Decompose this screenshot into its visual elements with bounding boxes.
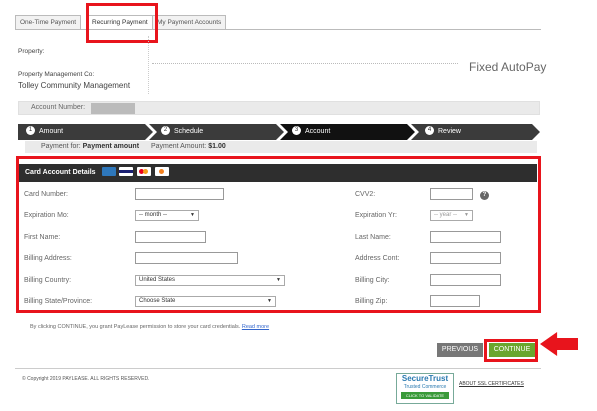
cvv2-label: CVV2: [355, 191, 376, 198]
management-label: Property Management Co: [18, 71, 95, 78]
card-number-input[interactable] [135, 188, 224, 200]
account-number-bar: Account Number: [18, 101, 540, 115]
billing-country-label: Billing Country: [24, 277, 72, 284]
step-number: 1 [26, 126, 35, 135]
tab-one-time-payment[interactable]: One-Time Payment [15, 15, 82, 30]
payment-for-label: Payment for: [41, 143, 81, 150]
management-value: Tolley Community Management [18, 81, 131, 90]
info-divider [148, 36, 149, 94]
step-schedule: 2 Schedule [149, 124, 284, 140]
address-cont-label: Address Cont: [355, 255, 400, 262]
first-name-input[interactable] [135, 231, 206, 243]
autopay-type: Fixed AutoPay [469, 60, 547, 74]
billing-zip-label: Billing Zip: [355, 298, 388, 305]
trust-subtitle: Trusted Commerce [403, 384, 447, 390]
billing-city-label: Billing City: [355, 277, 390, 284]
continue-highlight-box [484, 339, 538, 362]
expiration-year-label: Expiration Yr: [355, 212, 397, 219]
billing-state-select[interactable]: Choose State ▼ [135, 296, 276, 307]
step-progress: 1 Amount 2 Schedule 3 Account 4 Review [18, 124, 540, 140]
step-number: 3 [292, 126, 301, 135]
trust-title: SecureTrust [401, 374, 449, 383]
about-ssl-link[interactable]: ABOUT SSL CERTIFICATES [459, 381, 524, 387]
step-number: 4 [425, 126, 434, 135]
footer-divider [15, 368, 541, 369]
expiration-year-value: -- year -- [434, 212, 457, 218]
address-cont-input[interactable] [430, 252, 501, 264]
step-label: Review [438, 128, 461, 135]
expiration-month-value: -- month -- [139, 212, 168, 218]
mastercard-icon [137, 166, 152, 176]
payment-summary: Payment for: Payment amount Payment Amou… [25, 141, 537, 153]
billing-state-value: Choose State [139, 298, 176, 304]
chevron-down-icon: ▼ [190, 212, 195, 218]
expiration-year-select[interactable]: -- year -- ▼ [430, 210, 473, 221]
billing-zip-input[interactable] [430, 295, 480, 307]
account-number-label: Account Number: [31, 104, 86, 111]
pointer-arrow-icon [540, 332, 578, 356]
tab-my-payment-accounts[interactable]: My Payment Accounts [152, 15, 227, 30]
billing-city-input[interactable] [430, 274, 501, 286]
billing-country-select[interactable]: United States ▼ [135, 275, 285, 286]
card-number-label: Card Number: [24, 191, 68, 198]
billing-country-value: United States [139, 277, 176, 283]
visa-icon [119, 166, 134, 176]
step-label: Amount [39, 128, 64, 135]
expiration-month-label: Expiration Mo: [24, 212, 69, 219]
payment-amount-value: $1.00 [208, 143, 226, 150]
card-form-title: Card Account Details [25, 169, 96, 176]
last-name-input[interactable] [430, 231, 501, 243]
step-amount: 1 Amount [18, 124, 153, 140]
consent-message: By clicking CONTINUE, you grant PayLease… [30, 324, 241, 330]
step-account: 3 Account [280, 124, 415, 140]
step-number: 2 [161, 126, 170, 135]
trust-validate: CLICK TO VALIDATE [401, 392, 449, 399]
info-dotted-line [152, 63, 458, 64]
card-form-header: Card Account Details [19, 164, 537, 182]
chevron-down-icon: ▼ [276, 277, 281, 283]
billing-address-input[interactable] [135, 252, 238, 264]
previous-button[interactable]: PREVIOUS [437, 343, 483, 357]
account-number-redacted [91, 103, 135, 114]
billing-state-label: Billing State/Province: [24, 298, 93, 305]
amex-icon [101, 166, 116, 176]
cvv2-help-icon[interactable]: ? [480, 191, 489, 200]
expiration-month-select[interactable]: -- month -- ▼ [135, 210, 199, 221]
payment-for-value: Payment amount [82, 143, 140, 150]
last-name-label: Last Name: [355, 234, 391, 241]
property-label: Property: [18, 48, 45, 55]
copyright-text: © Copyright 2019 PAYLEASE. ALL RIGHTS RE… [22, 376, 150, 382]
consent-text: By clicking CONTINUE, you grant PayLease… [30, 324, 269, 330]
step-label: Account [305, 128, 331, 135]
chevron-down-icon: ▼ [464, 212, 469, 218]
first-name-label: First Name: [24, 234, 61, 241]
chevron-down-icon: ▼ [267, 298, 272, 304]
cvv2-input[interactable] [430, 188, 473, 200]
step-label: Schedule [174, 128, 204, 135]
payment-amount-label: Payment Amount: [151, 143, 207, 150]
securetrust-badge[interactable]: SecureTrust Trusted Commerce CLICK TO VA… [396, 373, 454, 404]
billing-address-label: Billing Address: [24, 255, 72, 262]
step-review: 4 Review [411, 124, 540, 140]
discover-icon [155, 166, 170, 176]
read-more-link[interactable]: Read more [242, 324, 269, 330]
